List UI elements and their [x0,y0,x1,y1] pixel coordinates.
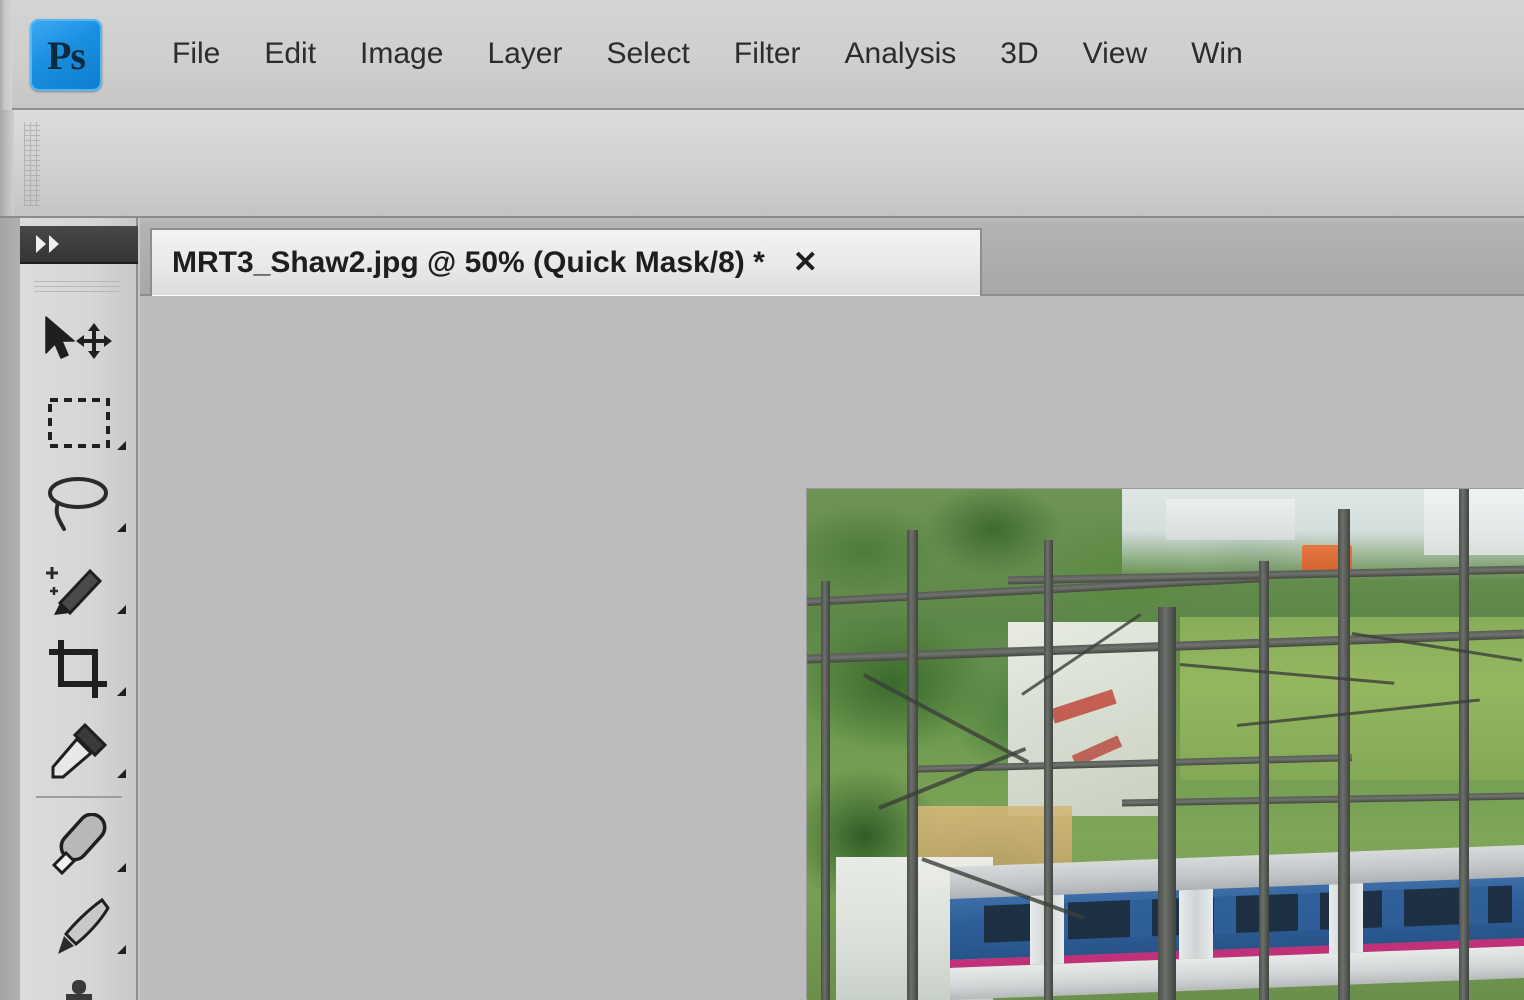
eyedropper-tool[interactable] [20,710,138,792]
menu-edit[interactable]: Edit [242,31,338,77]
tool-list [20,300,138,1000]
menu-image[interactable]: Image [338,31,465,77]
move-tool-icon [45,316,112,359]
catenary-pole [1158,606,1177,1000]
lasso-tool[interactable] [20,464,138,546]
document-tab-title: MRT3_Shaw2.jpg @ 50% (Quick Mask/8) * [172,246,765,279]
tool-flyout-indicator[interactable] [117,945,126,954]
menu-layer[interactable]: Layer [465,31,584,77]
menu-select[interactable]: Select [584,31,711,77]
catenary-pole [1043,540,1053,1000]
menu-bar: Ps File Edit Image Layer Select Filter A… [0,0,1524,110]
catenary-pole [821,580,831,1000]
catenary-pole [1258,560,1269,1000]
quick-selection-tool-icon [46,567,103,616]
catenary-wire [877,746,1026,810]
lasso-tool-icon [48,477,108,531]
double-chevron-right-icon[interactable] [36,235,59,253]
tool-flyout-indicator[interactable] [117,523,126,532]
close-icon[interactable]: ✕ [793,248,818,278]
tool-flyout-indicator[interactable] [117,605,126,614]
document-image[interactable] [807,489,1524,1000]
document-tab[interactable]: MRT3_Shaw2.jpg @ 50% (Quick Mask/8) * ✕ [150,228,982,296]
menu-3d[interactable]: 3D [978,31,1060,77]
catenary-wire [1179,662,1395,685]
tool-flyout-indicator[interactable] [117,769,126,778]
image-catenary-structure [807,489,1524,1000]
spot-healing-brush-tool[interactable] [20,804,138,886]
window-left-edge [0,0,12,110]
catenary-wire [1237,698,1480,728]
photoshop-logo: Ps [30,19,102,91]
clone-stamp-tool-icon [66,980,92,1000]
menu-file[interactable]: File [150,31,242,77]
catenary-pole [1337,509,1350,1000]
brush-tool-icon [58,897,110,954]
catenary-pole [907,529,919,1000]
move-tool[interactable] [20,300,138,382]
spot-healing-brush-tool-icon [51,813,107,876]
catenary-pole [1459,489,1470,1000]
photoshop-window: Ps File Edit Image Layer Select Filter A… [0,0,1524,1000]
menu-view[interactable]: View [1061,31,1169,77]
menu-items: File Edit Image Layer Select Filter Anal… [150,0,1265,108]
options-bar-left-edge [0,110,14,216]
quick-selection-tool[interactable] [20,546,138,628]
catenary-wire [863,673,1030,765]
rectangular-marquee-tool[interactable] [20,382,138,464]
canvas-area[interactable] [140,296,1524,1000]
brush-tool[interactable] [20,886,138,968]
eyedropper-tool-icon [51,722,108,779]
tools-panel-grip[interactable] [34,278,120,292]
tool-flyout-indicator[interactable] [117,687,126,696]
menu-filter[interactable]: Filter [712,31,823,77]
options-bar: Mode: Normal Opaci [0,110,1524,318]
crop-tool[interactable] [20,628,138,710]
tool-flyout-indicator[interactable] [117,863,126,872]
tools-divider [36,796,122,798]
tools-panel-header[interactable] [20,226,138,264]
options-bar-gripper[interactable] [24,122,40,206]
clone-stamp-tool[interactable] [20,968,138,1000]
menu-analysis[interactable]: Analysis [823,31,979,77]
rectangular-marquee-tool-icon [48,398,110,448]
tool-flyout-indicator[interactable] [117,441,126,450]
catenary-wire [921,857,1085,920]
menu-window[interactable]: Win [1169,31,1265,77]
crop-tool-icon [49,640,107,698]
